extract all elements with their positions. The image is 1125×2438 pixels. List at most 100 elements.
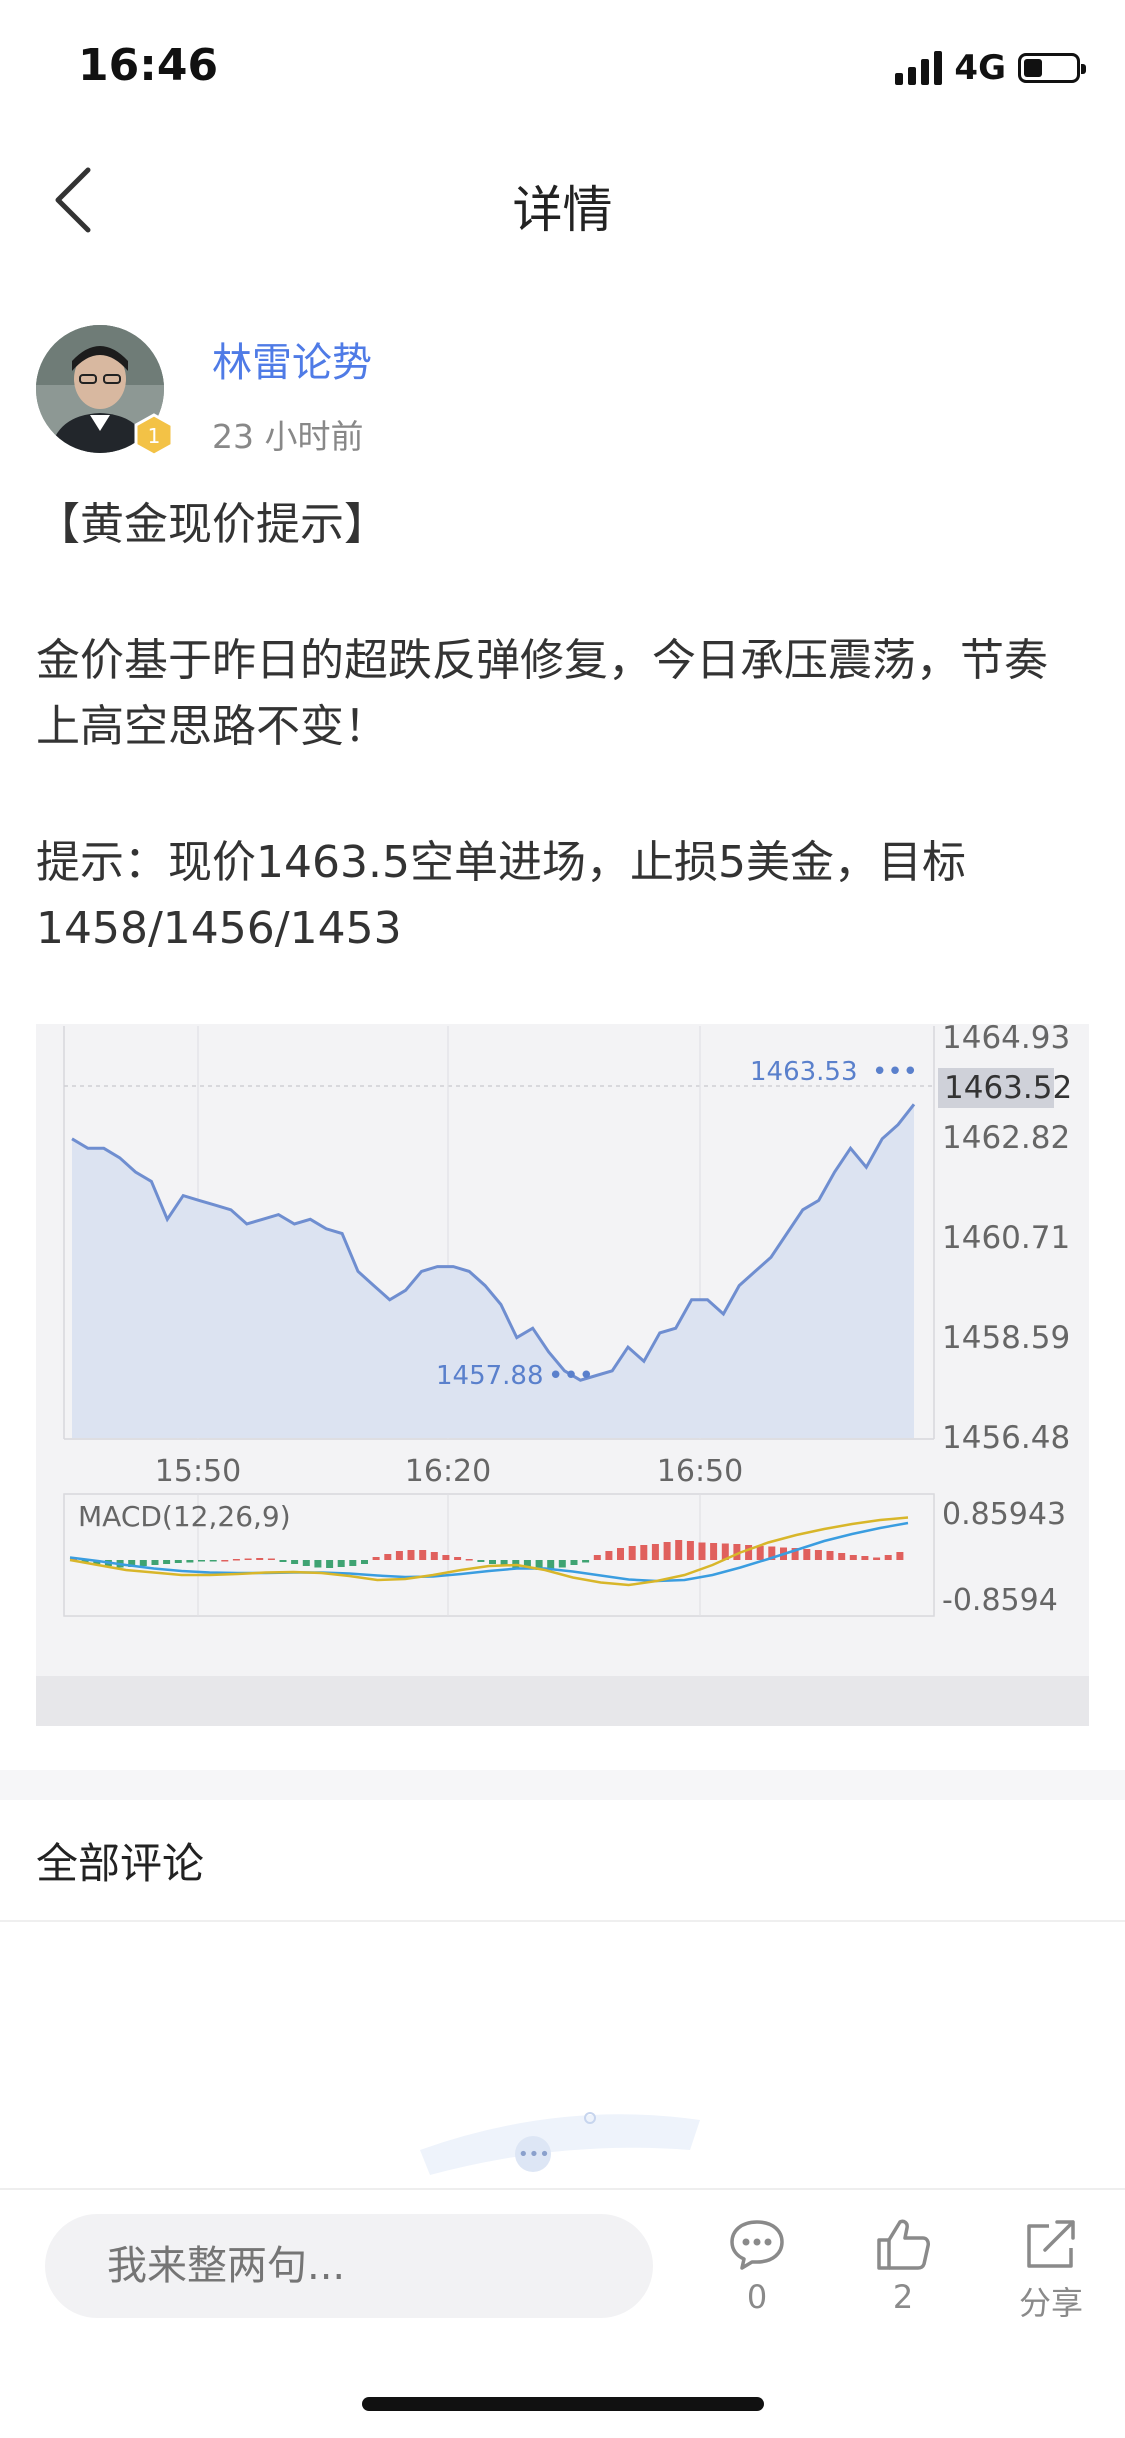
comment-count: 0: [746, 2278, 768, 2316]
macd-histogram-bar: [826, 1551, 834, 1560]
time-x-tick: 16:20: [405, 1454, 491, 1489]
macd-histogram-bar: [163, 1560, 171, 1564]
price-y-tick: 1460.71: [942, 1220, 1070, 1256]
post-title: 【黄金现价提示】: [36, 499, 388, 550]
macd-histogram-bar: [617, 1548, 624, 1560]
macd-histogram-bar: [267, 1558, 275, 1560]
network-type: 4G: [954, 48, 1006, 88]
share-button[interactable]: 分享: [996, 2216, 1106, 2324]
price-y-tick: 1462.82: [942, 1120, 1070, 1156]
macd-histogram-bar: [395, 1551, 403, 1560]
battery-icon: [1018, 53, 1086, 83]
post-paragraph: 提示：现价1463.5空单进场，止损5美金，目标1458/1456/1453: [36, 837, 966, 954]
share-label: 分享: [1018, 2284, 1083, 2322]
macd-histogram-bar: [628, 1546, 636, 1560]
macd-histogram-bar: [244, 1558, 252, 1560]
current-price-label: 1463.52: [944, 1070, 1072, 1106]
post-time: 23 小时前: [212, 417, 364, 456]
macd-histogram-bar: [814, 1550, 822, 1560]
macd-histogram-bar: [698, 1542, 706, 1560]
chart-footer: [36, 1676, 1089, 1726]
macd-histogram-bar: [430, 1552, 438, 1560]
signal-icon: [895, 51, 943, 85]
macd-histogram-bar: [337, 1560, 345, 1567]
macd-y-tick: 0.85943: [942, 1497, 1066, 1532]
macd-histogram-bar: [372, 1557, 380, 1560]
author-header: 1 林雷论势 23 小时前: [36, 325, 1096, 465]
macd-histogram-bar: [570, 1560, 578, 1565]
macd-histogram-bar: [256, 1558, 264, 1560]
macd-histogram-bar: [593, 1555, 601, 1560]
macd-histogram-bar: [349, 1560, 357, 1566]
macd-histogram-bar: [232, 1559, 240, 1561]
comment-input[interactable]: [45, 2214, 653, 2318]
macd-title: MACD(12,26,9): [78, 1500, 291, 1533]
comments-title: 全部评论: [36, 1839, 205, 1888]
post-content: 【黄金现价提示】 金价基于昨日的超跌反弹修复，今日承压震荡，节奏上高空思路不变！…: [36, 492, 1086, 962]
macd-histogram-bar: [198, 1560, 205, 1562]
price-chart: 1464.93 1462.82 1460.71 1458.59 1456.48 1463…: [63, 1020, 1072, 1618]
macd-histogram-bar: [745, 1545, 753, 1560]
price-y-tick: 1456.48: [942, 1420, 1070, 1456]
share-icon: [1027, 2220, 1075, 2268]
macd-histogram-bar: [221, 1560, 229, 1562]
macd-histogram-bar: [686, 1541, 694, 1560]
time-x-tick: 16:50: [657, 1454, 743, 1489]
section-divider: [0, 1770, 1125, 1800]
author-name[interactable]: 林雷论势: [212, 330, 372, 388]
macd-histogram-bar: [209, 1560, 217, 1562]
macd-histogram-bar: [873, 1557, 881, 1560]
macd-histogram-bar: [849, 1555, 857, 1560]
level-badge-icon: 1: [132, 413, 176, 457]
post-paragraph: 金价基于昨日的超跌反弹修复，今日承压震荡，节奏上高空思路不变！: [36, 635, 1048, 752]
macd-histogram-bar: [454, 1557, 462, 1560]
macd-histogram-bar: [326, 1560, 334, 1568]
macd-histogram-bar: [756, 1546, 764, 1560]
macd-histogram-bar: [651, 1544, 659, 1560]
macd-histogram-bar: [861, 1556, 869, 1560]
nav-bar: 详情: [0, 140, 1125, 260]
status-icons: 4G: [895, 48, 1086, 88]
macd-histogram-bar: [442, 1555, 450, 1560]
like-button[interactable]: 2: [848, 2216, 958, 2316]
time-x-tick: 15:50: [155, 1454, 241, 1489]
macd-histogram-bar: [407, 1550, 415, 1560]
price-y-tick: 1464.93: [942, 1024, 1070, 1056]
macd-histogram-bar: [605, 1551, 613, 1560]
empty-comments-illustration: •••: [400, 2080, 730, 2204]
macd-histogram-bar: [675, 1540, 683, 1560]
like-count: 2: [892, 2278, 914, 2316]
macd-y-tick: -0.8594: [942, 1583, 1058, 1618]
price-chart-card[interactable]: 1464.93 1462.82 1460.71 1458.59 1456.48 1463…: [36, 1020, 1089, 1726]
macd-histogram-bar: [174, 1560, 182, 1563]
macd-histogram-bar: [477, 1560, 485, 1562]
macd-histogram-bar: [582, 1560, 590, 1563]
max-price-label: 1463.53: [750, 1057, 858, 1087]
macd-histogram-bar: [291, 1560, 299, 1564]
home-indicator: [362, 2397, 764, 2411]
macd-histogram-bar: [465, 1559, 473, 1561]
macd-histogram-bar: [489, 1560, 496, 1564]
macd-histogram-bar: [314, 1560, 322, 1568]
max-marker: •••: [872, 1057, 918, 1087]
macd-histogram-bar: [884, 1555, 892, 1560]
macd-histogram-bar: [803, 1549, 811, 1560]
macd-histogram-bar: [558, 1560, 566, 1568]
comment-button[interactable]: 0: [702, 2216, 812, 2316]
macd-histogram-bar: [151, 1560, 159, 1565]
min-marker: •••: [548, 1361, 594, 1391]
thumbs-up-icon: [877, 2219, 930, 2270]
macd-histogram-bar: [139, 1560, 147, 1566]
macd-histogram-bar: [361, 1560, 368, 1564]
min-price-label: 1457.88: [436, 1361, 544, 1391]
svg-text:•••: •••: [518, 2144, 550, 2165]
macd-histogram-bar: [419, 1550, 427, 1560]
battery-level: [1024, 59, 1042, 77]
macd-histogram-bar: [896, 1552, 904, 1560]
macd-histogram-bar: [710, 1543, 718, 1560]
divider: [0, 1920, 1125, 1922]
macd-histogram-bar: [384, 1554, 392, 1560]
macd-histogram-bar: [186, 1560, 194, 1563]
macd-histogram-bar: [663, 1542, 671, 1560]
comment-bubble-icon: [730, 2220, 784, 2270]
